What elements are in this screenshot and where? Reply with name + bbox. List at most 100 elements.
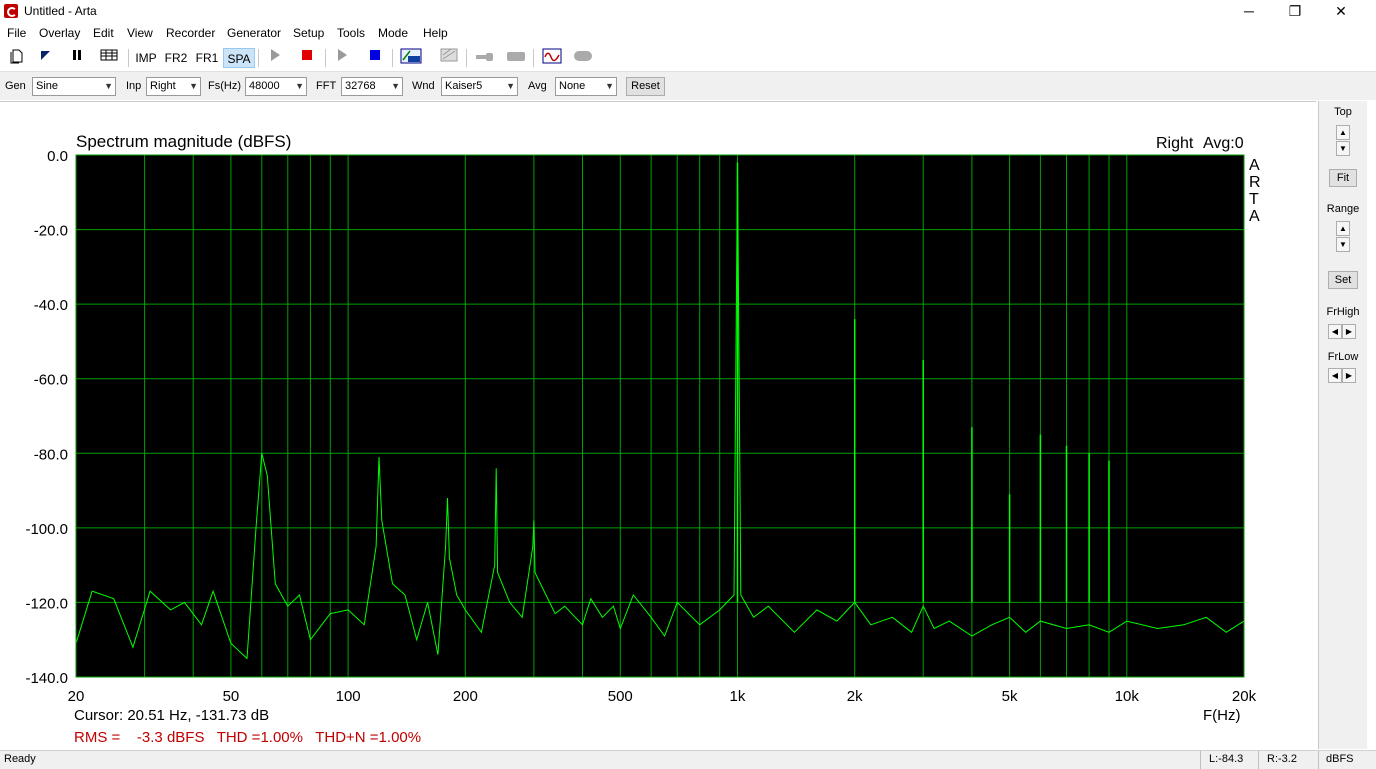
stop-icon[interactable] xyxy=(296,48,318,68)
tape-icon[interactable] xyxy=(505,48,527,68)
chevron-down-icon: ▼ xyxy=(104,81,113,91)
probe-icon[interactable] xyxy=(474,48,496,68)
menu-view[interactable]: View xyxy=(127,26,153,40)
channel-label: Right xyxy=(1156,135,1194,152)
x-tick-label: 200 xyxy=(453,688,478,705)
sample-rate-select[interactable]: 48000 ▼ xyxy=(245,77,307,96)
window-select[interactable]: Kaiser5 ▼ xyxy=(441,77,518,96)
top-up-arrow[interactable]: ▲ xyxy=(1336,125,1350,140)
range-down-arrow[interactable]: ▼ xyxy=(1336,237,1350,252)
app-icon xyxy=(4,4,18,18)
y-tick-label: -120.0 xyxy=(25,595,68,612)
status-right-level: R:-3.2 xyxy=(1267,753,1297,765)
status-separator xyxy=(1200,751,1201,769)
x-tick-label: 100 xyxy=(336,688,361,705)
stop-generator-icon[interactable] xyxy=(364,48,386,68)
range-up-arrow[interactable]: ▲ xyxy=(1336,221,1350,236)
title-bar: Untitled - Arta ─ ❐ ✕ xyxy=(0,0,1376,24)
window-title: Untitled - Arta xyxy=(24,4,97,18)
mode-fr2-button[interactable]: FR2 xyxy=(162,48,190,68)
x-tick-label: 20k xyxy=(1232,688,1257,705)
pause-icon[interactable] xyxy=(66,48,88,68)
reset-button[interactable]: Reset xyxy=(626,77,665,96)
chevron-down-icon: ▼ xyxy=(391,81,400,91)
inp-label: Inp xyxy=(126,80,142,92)
mode-spa-button[interactable]: SPA xyxy=(223,48,255,68)
play-generator-icon[interactable] xyxy=(331,48,353,68)
toggle-icon[interactable] xyxy=(572,48,594,68)
chevron-down-icon: ▼ xyxy=(506,81,515,91)
toolbar-separator xyxy=(128,49,129,67)
close-button[interactable]: ✕ xyxy=(1318,0,1364,24)
y-tick-label: -20.0 xyxy=(34,223,68,240)
fft-size-value: 32768 xyxy=(345,80,376,92)
generator-value: Sine xyxy=(36,80,59,92)
input-value: Right xyxy=(150,80,176,92)
avg-count-label: Avg:0 xyxy=(1203,135,1244,152)
y-tick-label: -40.0 xyxy=(34,297,68,314)
toolbar: IMP FR2 FR1 SPA xyxy=(0,45,1376,72)
set-button[interactable]: Set xyxy=(1328,271,1358,289)
x-tick-label: 5k xyxy=(1002,688,1018,705)
top-down-arrow[interactable]: ▼ xyxy=(1336,141,1350,156)
toolbar-separator xyxy=(258,49,259,67)
menu-recorder[interactable]: Recorder xyxy=(166,26,215,40)
play-icon[interactable] xyxy=(264,48,286,68)
frlow-right-arrow[interactable]: ▶ xyxy=(1342,368,1356,383)
watermark-a1: A xyxy=(1249,157,1260,174)
menu-overlay[interactable]: Overlay xyxy=(39,26,80,40)
toolbar-separator xyxy=(466,49,467,67)
window-value: Kaiser5 xyxy=(445,80,483,92)
menu-bar: File Overlay Edit View Recorder Generato… xyxy=(0,24,1376,44)
frhigh-label: FrHigh xyxy=(1326,306,1360,318)
mode-imp-button[interactable]: IMP xyxy=(133,48,159,68)
average-select[interactable]: None ▼ xyxy=(555,77,617,96)
frhigh-left-arrow[interactable]: ◀ xyxy=(1328,324,1342,339)
abc-icon[interactable] xyxy=(398,48,424,68)
menu-tools[interactable]: Tools xyxy=(337,26,365,40)
menu-help[interactable]: Help xyxy=(423,26,448,40)
gen-label: Gen xyxy=(5,80,26,92)
spectrum-chart[interactable]: Spectrum magnitude (dBFS) Right Avg:0 0.… xyxy=(0,102,1316,750)
scope-icon[interactable] xyxy=(438,48,460,68)
restore-button[interactable]: ❐ xyxy=(1272,0,1318,24)
watermark-r: R xyxy=(1249,174,1261,191)
spectrum-plot-area: Spectrum magnitude (dBFS) Right Avg:0 0.… xyxy=(0,101,1316,750)
frlow-left-arrow[interactable]: ◀ xyxy=(1328,368,1342,383)
mode-fr1-button[interactable]: FR1 xyxy=(193,48,221,68)
y-tick-label: -140.0 xyxy=(25,670,68,687)
status-separator xyxy=(1258,751,1259,769)
watermark-a2: A xyxy=(1249,208,1260,225)
x-tick-label: 20 xyxy=(68,688,85,705)
scale-panel: Top ▲ ▼ Fit Range ▲ ▼ Set FrHigh ◀ ▶ FrL… xyxy=(1318,101,1367,749)
avg-label: Avg xyxy=(528,80,547,92)
menu-mode[interactable]: Mode xyxy=(378,26,408,40)
x-axis-label: F(Hz) xyxy=(1203,707,1241,724)
chevron-down-icon: ▼ xyxy=(605,81,614,91)
frhigh-right-arrow[interactable]: ▶ xyxy=(1342,324,1356,339)
x-tick-label: 50 xyxy=(223,688,240,705)
chevron-down-icon: ▼ xyxy=(189,81,198,91)
grid-icon[interactable] xyxy=(97,48,121,68)
fft-size-select[interactable]: 32768 ▼ xyxy=(341,77,403,96)
minimize-button[interactable]: ─ xyxy=(1226,0,1272,24)
cursor-readout: Cursor: 20.51 Hz, -131.73 dB xyxy=(74,707,269,724)
new-file-icon[interactable] xyxy=(6,48,28,68)
menu-file[interactable]: File xyxy=(7,26,26,40)
menu-generator[interactable]: Generator xyxy=(227,26,281,40)
x-tick-label: 500 xyxy=(608,688,633,705)
waveform-icon[interactable] xyxy=(540,48,564,68)
input-select[interactable]: Right ▼ xyxy=(146,77,201,96)
x-tick-label: 10k xyxy=(1115,688,1140,705)
toolbar-separator xyxy=(533,49,534,67)
generator-select[interactable]: Sine ▼ xyxy=(32,77,116,96)
chevron-down-icon: ▼ xyxy=(295,81,304,91)
control-bar: Gen Sine ▼ Inp Right ▼ Fs(Hz) 48000 ▼ FFT 3… xyxy=(0,72,1376,100)
fit-button[interactable]: Fit xyxy=(1329,169,1357,187)
y-tick-label: -60.0 xyxy=(34,372,68,389)
menu-setup[interactable]: Setup xyxy=(293,26,324,40)
menu-edit[interactable]: Edit xyxy=(93,26,114,40)
status-separator xyxy=(1318,751,1319,769)
open-icon[interactable] xyxy=(34,48,56,68)
x-tick-label: 2k xyxy=(847,688,863,705)
